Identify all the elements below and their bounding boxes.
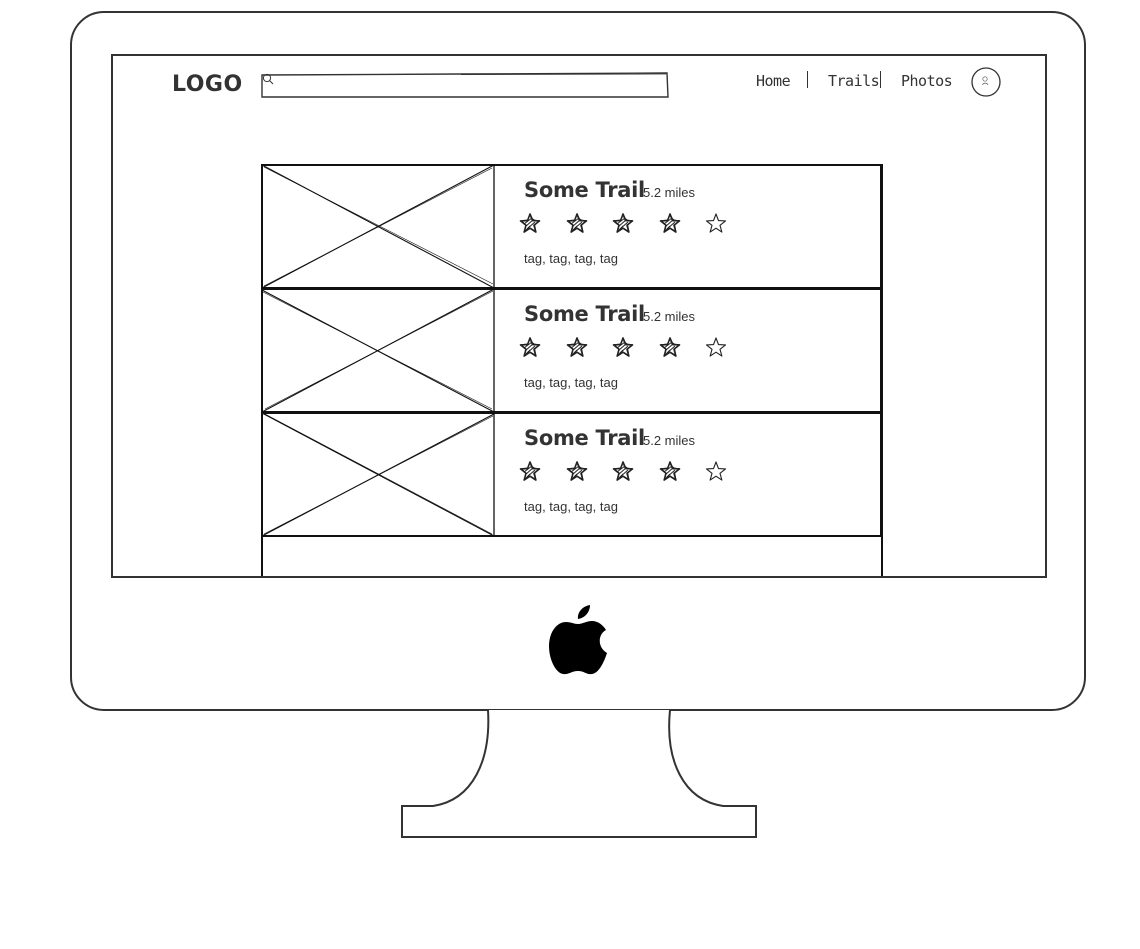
apple-logo-icon (549, 605, 607, 675)
star-filled-icon[interactable] (518, 211, 542, 235)
image-placeholder-icon (261, 288, 495, 413)
star-filled-icon[interactable] (658, 211, 682, 235)
star-filled-icon[interactable] (658, 335, 682, 359)
star-filled-icon[interactable] (565, 459, 589, 483)
star-filled-icon[interactable] (518, 335, 542, 359)
trail-tags: tag, tag, tag, tag (524, 375, 618, 390)
site-logo[interactable]: LOGO (172, 72, 243, 97)
trail-name[interactable]: Some Trail (524, 302, 645, 326)
nav-link-trails[interactable]: Trails (828, 72, 880, 90)
search-input[interactable] (289, 75, 663, 95)
star-empty-icon[interactable] (704, 211, 728, 235)
star-rating (518, 459, 738, 487)
monitor-stand (401, 709, 757, 838)
star-rating (518, 211, 738, 239)
star-filled-icon[interactable] (611, 211, 635, 235)
trail-distance: 5.2 miles (643, 309, 696, 324)
search-icon (262, 73, 274, 85)
trail-card[interactable]: Some Trail 5.2 miles tag, tag, tag, tag (261, 288, 882, 413)
star-empty-icon[interactable] (704, 335, 728, 359)
trail-name[interactable]: Some Trail (524, 178, 645, 202)
trail-name[interactable]: Some Trail (524, 426, 645, 450)
star-filled-icon[interactable] (658, 459, 682, 483)
trail-card[interactable]: Some Trail 5.2 miles tag, tag, tag, tag (261, 412, 882, 537)
user-icon[interactable] (971, 67, 1001, 97)
star-rating (518, 335, 738, 363)
star-filled-icon[interactable] (611, 459, 635, 483)
star-filled-icon[interactable] (565, 211, 589, 235)
trail-tags: tag, tag, tag, tag (524, 499, 618, 514)
trail-distance: 5.2 miles (643, 433, 696, 448)
nav-divider (807, 71, 808, 88)
nav-divider (880, 71, 881, 88)
trail-tags: tag, tag, tag, tag (524, 251, 618, 266)
nav-link-home[interactable]: Home (756, 72, 791, 90)
image-placeholder-icon (261, 164, 495, 289)
trail-distance: 5.2 miles (643, 185, 696, 200)
star-empty-icon[interactable] (704, 459, 728, 483)
trail-card[interactable]: Some Trail 5.2 miles tag, tag, tag, tag (261, 164, 882, 289)
star-filled-icon[interactable] (611, 335, 635, 359)
star-filled-icon[interactable] (518, 459, 542, 483)
browser-screen: LOGO Home Trails Photos Some Trail 5.2 m… (111, 54, 1047, 578)
nav-link-photos[interactable]: Photos (901, 72, 953, 90)
image-placeholder-icon (261, 412, 495, 537)
star-filled-icon[interactable] (565, 335, 589, 359)
search-bar[interactable] (261, 72, 669, 98)
